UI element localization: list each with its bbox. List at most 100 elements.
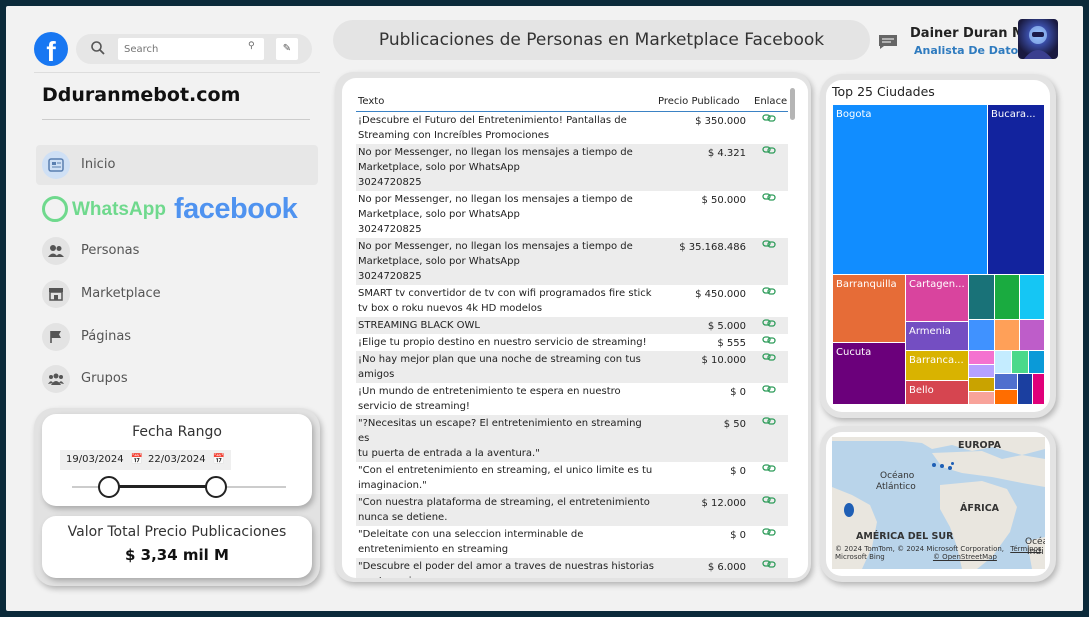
treemap-tile[interactable] (968, 364, 995, 378)
treemap-tile[interactable] (994, 373, 1018, 390)
treemap-tile-barrancabermeja[interactable]: Barranca... (905, 350, 969, 381)
link-icon[interactable] (762, 527, 776, 537)
treemap-tile[interactable] (968, 319, 995, 351)
treemap-tile-bello[interactable]: Bello (905, 380, 969, 405)
table-row[interactable]: SMART tv convertidor de tv con wifi prog… (356, 285, 788, 317)
table-scrollbar[interactable] (790, 88, 795, 120)
cell-text-line: entretenimiento en streaming (358, 544, 509, 555)
search-input[interactable] (118, 38, 264, 60)
divider (42, 119, 310, 120)
column-header-precio[interactable]: Precio Publicado (658, 96, 740, 107)
link-icon[interactable] (762, 416, 776, 426)
link-icon[interactable] (762, 192, 776, 202)
avatar (1018, 19, 1058, 59)
treemap-tile-bogota[interactable]: Bogota (832, 104, 988, 275)
table-row[interactable]: "Deleitate con una seleccion interminabl… (356, 526, 788, 558)
treemap-tile[interactable] (994, 350, 1012, 374)
nav-label: Inicio (81, 157, 116, 172)
table-row[interactable]: "Con el entretenimiento en streaming, el… (356, 462, 788, 494)
treemap-tile[interactable] (968, 391, 995, 405)
link-icon[interactable] (762, 463, 776, 473)
map-bubble[interactable] (932, 463, 936, 467)
calendar-icon[interactable]: 📅 (213, 454, 225, 465)
link-icon[interactable] (762, 352, 776, 362)
cell-texto: ¡Un mundo de entretenimiento te espera e… (356, 383, 656, 415)
treemap-tile-barranquilla[interactable]: Barranquilla (832, 274, 906, 343)
table-header: Texto Precio Publicado Enlace (356, 90, 788, 112)
treemap-tile[interactable] (1019, 274, 1045, 320)
table-row[interactable]: ¡Elige tu propio destino en nuestro serv… (356, 334, 788, 351)
treemap-tile[interactable] (994, 389, 1018, 405)
nav-item-paginas[interactable]: Páginas (36, 317, 318, 357)
search-icon[interactable] (90, 40, 106, 56)
clear-search-icon[interactable]: ✎ (276, 38, 298, 60)
link-icon[interactable] (762, 286, 776, 296)
date-from-field[interactable]: 19/03/2024 📅 (60, 450, 150, 470)
map-bubble[interactable] (940, 464, 944, 468)
treemap-tile[interactable] (994, 274, 1020, 320)
treemap-tile-armenia[interactable]: Armenia (905, 321, 969, 351)
treemap-tile[interactable] (1032, 373, 1045, 405)
table-row[interactable]: No por Messenger, no llegan los mensajes… (356, 144, 788, 191)
table-row[interactable]: ¡No hay mejor plan que una noche de stre… (356, 351, 788, 383)
nav-item-inicio[interactable]: Inicio (36, 145, 318, 185)
cell-texto: "Con el entretenimiento en streaming, el… (356, 462, 656, 494)
cell-texto: "Con nuestra plataforma de streaming, el… (356, 494, 656, 526)
table-row[interactable]: ¡Un mundo de entretenimiento te espera e… (356, 383, 788, 415)
column-header-enlace[interactable]: Enlace (754, 96, 787, 107)
link-icon[interactable] (762, 335, 776, 345)
table-body: ¡Descubre el Futuro del Entretenimiento!… (356, 112, 788, 578)
osm-link[interactable]: © OpenStreetMap (933, 553, 997, 561)
treemap-tile[interactable] (1011, 350, 1029, 374)
table-row[interactable]: "?Necesitas un escape? El entretenimient… (356, 415, 788, 462)
slider-start-handle[interactable] (98, 476, 120, 498)
map-copyright: © 2024 TomTom, © 2024 Microsoft Corporat… (835, 545, 1042, 561)
map-copyright-text: © 2024 TomTom, © 2024 Microsoft Corporat… (835, 545, 1005, 553)
table-row[interactable]: "Descubre el poder del amor a traves de … (356, 558, 788, 578)
link-icon[interactable] (762, 559, 776, 569)
map-terms-link[interactable]: Términos (1010, 545, 1041, 553)
treemap-tile[interactable] (994, 319, 1020, 351)
treemap-tile[interactable] (968, 274, 995, 320)
treemap-tile-cartagena[interactable]: Cartagen... (905, 274, 969, 322)
map-bubble[interactable] (844, 503, 854, 517)
nav-item-personas[interactable]: Personas (36, 231, 318, 271)
treemap-tile[interactable] (968, 377, 995, 392)
cell-text-line: imaginacion." (358, 480, 427, 491)
table-row[interactable]: No por Messenger, no llegan los mensajes… (356, 238, 788, 285)
map-bubble[interactable] (948, 466, 952, 470)
search-submit-icon[interactable]: ⚲ (248, 41, 255, 51)
link-icon[interactable] (762, 113, 776, 123)
facebook-wordmark[interactable]: facebook (174, 193, 298, 226)
link-icon[interactable] (762, 239, 776, 249)
cell-texto: No por Messenger, no llegan los mensajes… (356, 191, 656, 238)
treemap-tile[interactable] (968, 350, 995, 365)
treemap-tile-cucuta[interactable]: Cucuta (832, 342, 906, 405)
link-icon[interactable] (762, 318, 776, 328)
date-range-slicer: Fecha Rango 19/03/2024 📅 22/03/2024 📅 (42, 414, 312, 506)
date-from-value: 19/03/2024 (66, 454, 124, 465)
link-icon[interactable] (762, 495, 776, 505)
table-row[interactable]: No por Messenger, no llegan los mensajes… (356, 191, 788, 238)
map-bubble[interactable] (951, 462, 954, 465)
treemap-tile-bucaramanga[interactable]: Bucara... (987, 104, 1045, 275)
slider-end-handle[interactable] (205, 476, 227, 498)
link-icon[interactable] (762, 384, 776, 394)
cell-precio: $ 12.000 (701, 498, 746, 509)
treemap-title: Top 25 Ciudades (832, 84, 935, 99)
comment-icon[interactable] (878, 34, 898, 50)
table-row[interactable]: STREAMING BLACK OWL $ 5.000 (356, 317, 788, 334)
link-icon[interactable] (762, 145, 776, 155)
treemap-tile[interactable] (1028, 350, 1045, 374)
table-row[interactable]: ¡Descubre el Futuro del Entretenimiento!… (356, 112, 788, 144)
date-to-field[interactable]: 22/03/2024 📅 (142, 450, 232, 470)
nav-item-marketplace[interactable]: Marketplace (36, 274, 318, 314)
nav-label: Grupos (81, 371, 128, 386)
cell-text-line: "Con el entretenimiento en streaming, el… (358, 465, 653, 476)
treemap-tile[interactable] (1019, 319, 1045, 351)
nav-item-grupos[interactable]: Grupos (36, 359, 318, 399)
column-header-texto[interactable]: Texto (358, 96, 384, 107)
slider-range-fill (108, 485, 216, 488)
treemap-tile[interactable] (1017, 373, 1033, 405)
table-row[interactable]: "Con nuestra plataforma de streaming, el… (356, 494, 788, 526)
